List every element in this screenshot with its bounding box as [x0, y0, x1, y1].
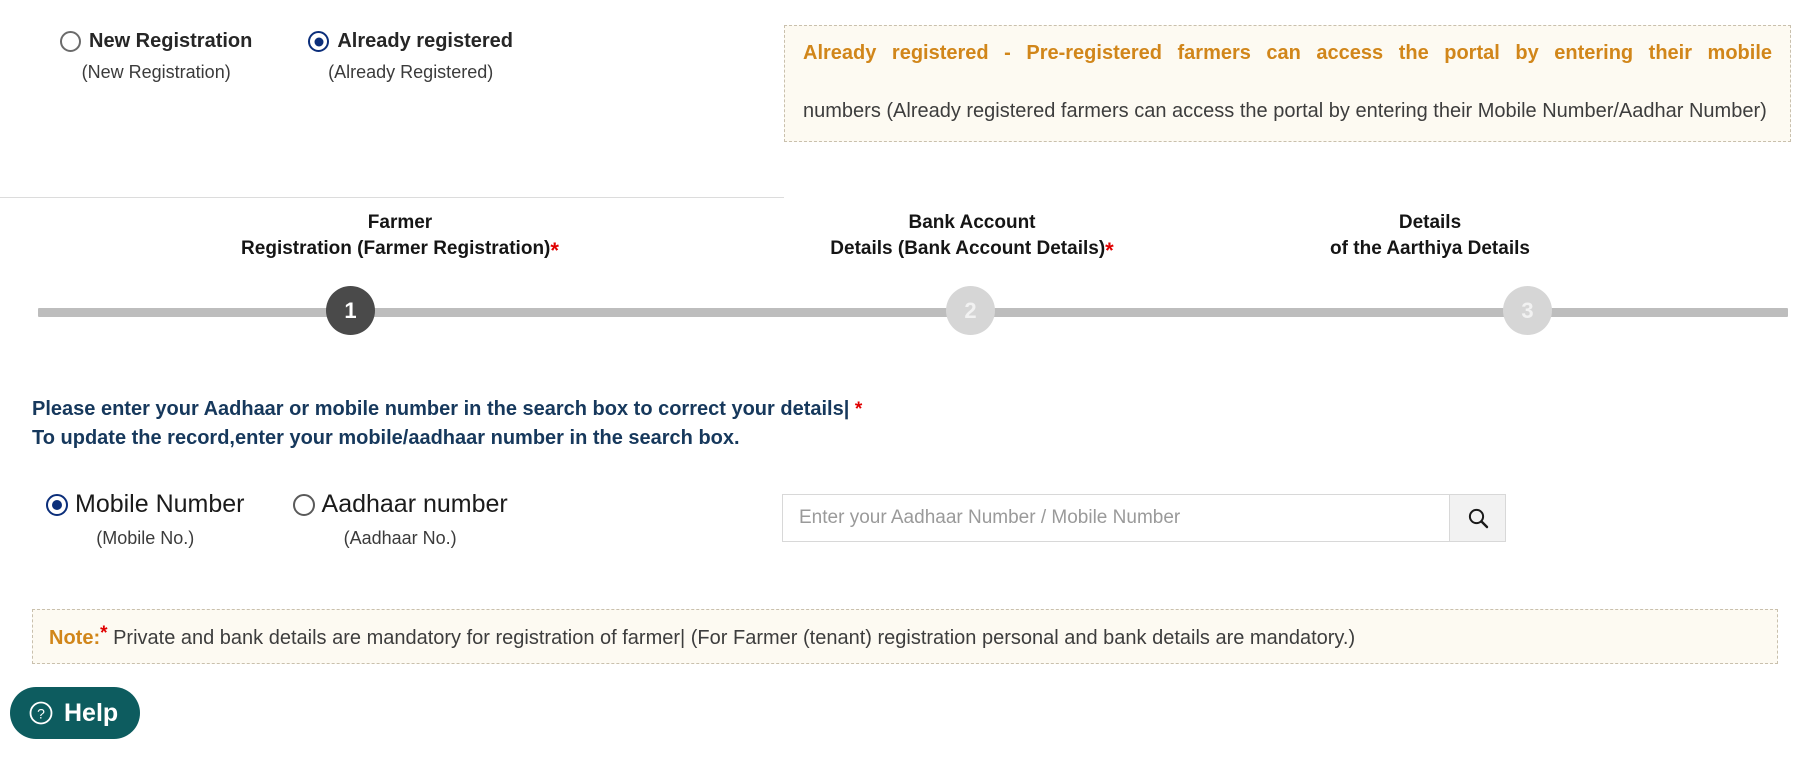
- info-callout-text: numbers (Already registered farmers can …: [803, 99, 1767, 122]
- help-button-label: Help: [64, 698, 119, 727]
- step-label-farmer-registration: Farmer Registration (Farmer Registration…: [100, 210, 700, 267]
- step-1-line2: Registration (Farmer Registration): [241, 238, 551, 260]
- radio-label-new-registration: New Registration: [89, 30, 253, 52]
- step-3-line1: Details: [1398, 212, 1462, 233]
- question-mark-circle-icon: ?: [29, 701, 53, 725]
- registration-stepper: Farmer Registration (Farmer Registration…: [0, 210, 1809, 335]
- radio-line-already-registered[interactable]: Already registered: [308, 30, 513, 53]
- instruction-line-1-asterisk: *: [854, 399, 863, 420]
- instruction-line-1: Please enter your Aadhaar or mobile numb…: [32, 395, 1432, 424]
- radio-button-mobile-number-icon[interactable]: [46, 493, 68, 516]
- radio-sublabel-mobile-number: (Mobile No.): [96, 528, 195, 548]
- step-2-line2: Details (Bank Account Details): [830, 238, 1106, 260]
- radio-button-aadhaar-number-icon[interactable]: [292, 493, 315, 516]
- radio-button-already-registered-icon[interactable]: [308, 31, 330, 52]
- registration-type-section: New Registration (New Registration) Alre…: [0, 0, 1809, 200]
- radio-option-mobile-number[interactable]: Mobile Number (Mobile No.): [46, 490, 245, 549]
- note-box: Note:* Private and bank details are mand…: [32, 609, 1778, 664]
- help-button[interactable]: ? Help: [10, 687, 141, 739]
- step-label-bank-account-details: Bank Account Details (Bank Account Detai…: [672, 210, 1272, 267]
- step-circle-1[interactable]: 1: [326, 286, 375, 335]
- search-type-radio-group: Mobile Number (Mobile No.) Aadhaar numbe…: [46, 490, 508, 549]
- search-input-group: [782, 494, 1506, 542]
- radio-option-aadhaar-number[interactable]: Aadhaar number (Aadhaar No.): [292, 490, 508, 549]
- note-asterisk: *: [100, 623, 108, 644]
- radio-line-aadhaar-number[interactable]: Aadhaar number: [292, 490, 508, 519]
- step-label-aarthiya-details: Details of the Aarthiya Details: [1230, 210, 1630, 262]
- registration-type-options: New Registration (New Registration) Alre…: [0, 0, 784, 198]
- radio-line-mobile-number[interactable]: Mobile Number: [46, 490, 245, 519]
- radio-button-new-registration-icon[interactable]: [60, 31, 81, 52]
- step-2-required-asterisk: *: [1105, 238, 1114, 264]
- radio-line-new-registration[interactable]: New Registration: [60, 30, 252, 53]
- registration-type-radio-group: New Registration (New Registration) Alre…: [0, 30, 784, 83]
- step-circle-2[interactable]: 2: [946, 286, 995, 335]
- instruction-line-1-text: Please enter your Aadhaar or mobile numb…: [32, 398, 850, 420]
- radio-label-mobile-number: Mobile Number: [75, 490, 245, 518]
- radio-label-already-registered: Already registered: [337, 30, 513, 52]
- radio-label-aadhaar-number: Aadhaar number: [321, 490, 508, 518]
- radio-sublabel-already-registered: (Already Registered): [328, 62, 494, 82]
- instructions-block: Please enter your Aadhaar or mobile numb…: [32, 395, 1432, 453]
- search-input[interactable]: [782, 494, 1449, 542]
- svg-text:?: ?: [37, 706, 45, 722]
- instruction-line-2: To update the record,enter your mobile/a…: [32, 427, 740, 449]
- step-1-line1: Farmer: [367, 212, 433, 233]
- radio-option-already-registered[interactable]: Already registered (Already Registered): [308, 30, 513, 83]
- step-3-line2: of the Aarthiya Details: [1330, 238, 1530, 260]
- radio-sublabel-aadhaar-number: (Aadhaar No.): [343, 528, 457, 548]
- note-text: Private and bank details are mandatory f…: [113, 627, 1356, 649]
- radio-sublabel-new-registration: (New Registration): [81, 62, 231, 82]
- radio-option-new-registration[interactable]: New Registration (New Registration): [60, 30, 252, 83]
- info-callout-box: Already registered - Pre-registered farm…: [784, 25, 1791, 143]
- step-circle-3[interactable]: 3: [1503, 286, 1552, 335]
- note-label: Note:: [49, 627, 101, 649]
- info-callout-highlight: Already registered - Pre-registered farm…: [803, 42, 1772, 64]
- step-1-required-asterisk: *: [550, 238, 559, 264]
- stepper-labels: Farmer Registration (Farmer Registration…: [0, 210, 1809, 282]
- search-section: Mobile Number (Mobile No.) Aadhaar numbe…: [0, 490, 1809, 560]
- search-button[interactable]: [1449, 494, 1506, 542]
- step-2-line1: Bank Account: [908, 212, 1036, 233]
- search-icon: [1468, 508, 1488, 529]
